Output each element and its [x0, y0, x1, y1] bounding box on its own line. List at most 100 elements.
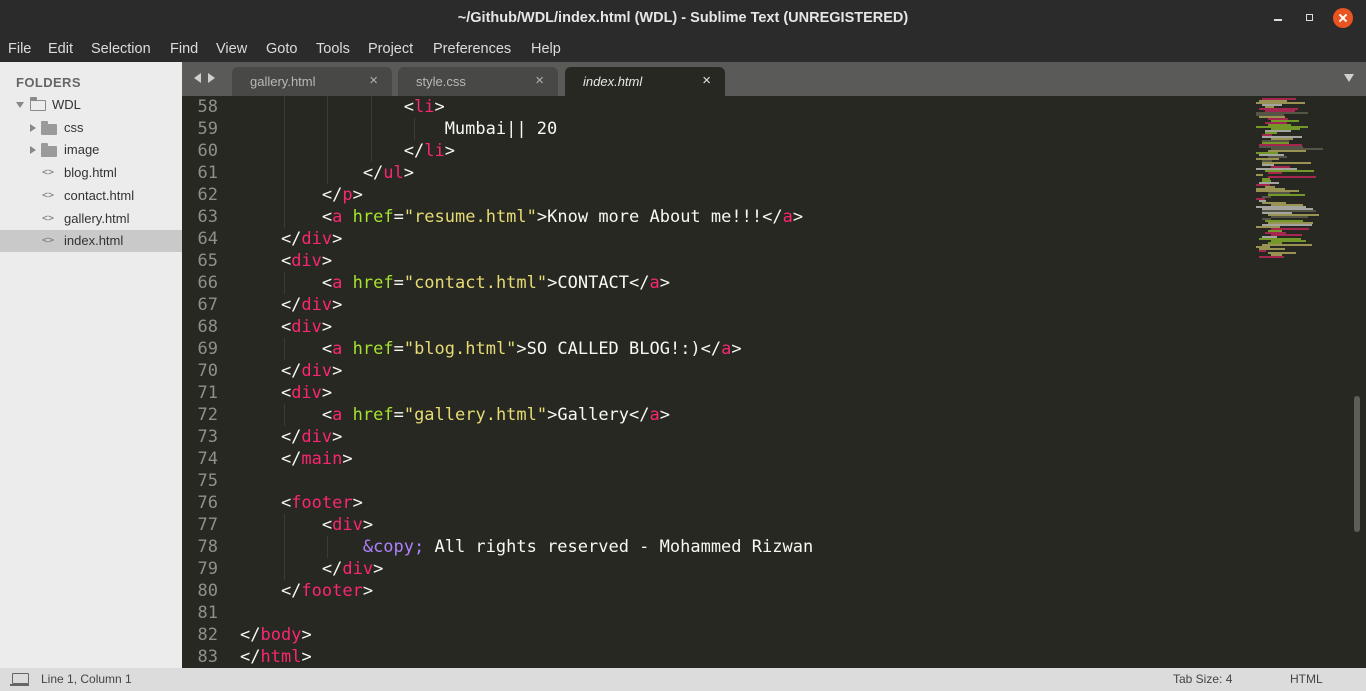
code-token: </: [240, 581, 302, 601]
tree-file-label: gallery.html: [64, 211, 130, 226]
chevron-right-icon[interactable]: [30, 146, 36, 154]
code-token: </: [240, 647, 261, 667]
tab-close-icon[interactable]: ×: [702, 72, 711, 89]
code-token: >: [659, 273, 671, 293]
code-token: Know more About me!!!: [547, 207, 763, 227]
tab-size-indicator[interactable]: Tab Size: 4: [1173, 672, 1232, 686]
tab-label: gallery.html: [250, 74, 316, 89]
line-number: 83: [197, 647, 218, 667]
code-token: a: [782, 207, 793, 227]
minimap[interactable]: [1256, 96, 1352, 266]
syntax-indicator[interactable]: HTML: [1290, 672, 1323, 686]
status-bar: Line 1, Column 1 Tab Size: 4 HTML: [0, 668, 1366, 691]
folder-icon: [41, 121, 57, 135]
code-token: li: [414, 97, 435, 117]
indent-guide: [284, 338, 285, 360]
tab-style[interactable]: style.css ×: [398, 67, 558, 96]
tree-file-label: blog.html: [64, 165, 117, 180]
menu-goto[interactable]: Goto: [266, 41, 297, 57]
tree-file-gallery[interactable]: <> gallery.html: [0, 208, 182, 230]
code-token: body: [260, 625, 302, 645]
minimap-line: [1256, 174, 1263, 176]
code-token: div: [301, 361, 333, 381]
menu-edit[interactable]: Edit: [48, 41, 73, 57]
tab-index[interactable]: index.html ×: [565, 67, 725, 96]
code-token: </: [240, 361, 302, 381]
sidebar: FOLDERS WDL css image <> blog.html <> co…: [0, 62, 182, 668]
line-number: 73: [197, 427, 218, 447]
code-token: >: [321, 383, 333, 403]
code-line: <li>: [240, 96, 445, 118]
tree-file-contact[interactable]: <> contact.html: [0, 185, 182, 207]
menu-help[interactable]: Help: [531, 41, 561, 57]
code-token: href: [352, 405, 394, 425]
chevron-right-icon[interactable]: [30, 124, 36, 132]
line-number: 77: [197, 515, 218, 535]
tab-close-icon[interactable]: ×: [369, 72, 378, 89]
tree-file-index[interactable]: <> index.html: [0, 230, 182, 252]
tree-folder-css[interactable]: css: [0, 117, 182, 139]
line-number: 64: [197, 229, 218, 249]
menu-project[interactable]: Project: [368, 41, 413, 57]
vertical-scrollbar[interactable]: [1354, 100, 1361, 665]
indent-guide: [414, 118, 415, 140]
code-area[interactable]: <li> Mumbai|| 20 </li> </ul> </p> <a hre…: [240, 96, 1250, 668]
tab-overflow-icon[interactable]: [1344, 74, 1354, 82]
code-editor[interactable]: 58 59 60 61 62 63 64 65 66 67 68 69 70 71 72 73 74 75 76 77…: [182, 96, 1366, 668]
tree-root-folder[interactable]: WDL: [0, 94, 182, 116]
code-token: >: [332, 427, 343, 447]
menu-view[interactable]: View: [216, 41, 247, 57]
menu-preferences[interactable]: Preferences: [433, 41, 511, 57]
code-token: <: [240, 251, 292, 271]
line-number: 78: [197, 537, 218, 557]
line-number: 67: [197, 295, 218, 315]
menu-selection[interactable]: Selection: [91, 41, 151, 57]
code-token: "resume.html": [403, 207, 537, 227]
code-token: =: [393, 405, 404, 425]
indent-guide: [284, 206, 285, 228]
menu-find[interactable]: Find: [170, 41, 198, 57]
tab-nav-left-icon[interactable]: [194, 73, 201, 83]
line-number: 59: [197, 119, 218, 139]
tab-close-icon[interactable]: ×: [535, 72, 544, 89]
code-token: </: [240, 625, 261, 645]
code-token: </: [629, 405, 650, 425]
indent-guide: [327, 162, 328, 184]
code-token: <: [240, 383, 292, 403]
minimize-icon[interactable]: [1268, 8, 1288, 28]
code-token: div: [291, 317, 322, 337]
code-token: div: [291, 251, 322, 271]
code-token: footer: [291, 493, 353, 513]
folders-heading: FOLDERS: [16, 75, 81, 90]
tab-nav-right-icon[interactable]: [208, 73, 215, 83]
code-token: >: [352, 493, 363, 513]
tree-folder-image[interactable]: image: [0, 139, 182, 161]
tab-label: style.css: [416, 74, 466, 89]
code-token: ul: [383, 163, 404, 183]
code-token: =: [393, 339, 404, 359]
line-number: 65: [197, 251, 218, 271]
menu-tools[interactable]: Tools: [316, 41, 350, 57]
code-token: <: [240, 339, 333, 359]
tab-gallery[interactable]: gallery.html ×: [232, 67, 392, 96]
chevron-down-icon[interactable]: [16, 102, 24, 108]
maximize-icon[interactable]: [1300, 8, 1320, 28]
code-line: </p>: [240, 184, 363, 206]
code-token: li: [424, 141, 445, 161]
code-token: >: [332, 229, 343, 249]
panel-toggle-icon[interactable]: [10, 673, 29, 686]
tree-root-label: WDL: [52, 97, 81, 112]
tab-label: index.html: [583, 74, 643, 89]
code-token: </: [240, 185, 343, 205]
code-token: </: [629, 273, 650, 293]
close-icon[interactable]: [1333, 8, 1353, 28]
code-token: >: [731, 339, 742, 359]
scrollbar-thumb[interactable]: [1354, 396, 1360, 532]
indent-guide: [284, 118, 285, 140]
code-line: <div>: [240, 316, 332, 338]
tree-file-blog[interactable]: <> blog.html: [0, 162, 182, 184]
menu-file[interactable]: File: [8, 41, 31, 57]
line-number: 79: [197, 559, 218, 579]
code-line: </body>: [240, 624, 312, 646]
